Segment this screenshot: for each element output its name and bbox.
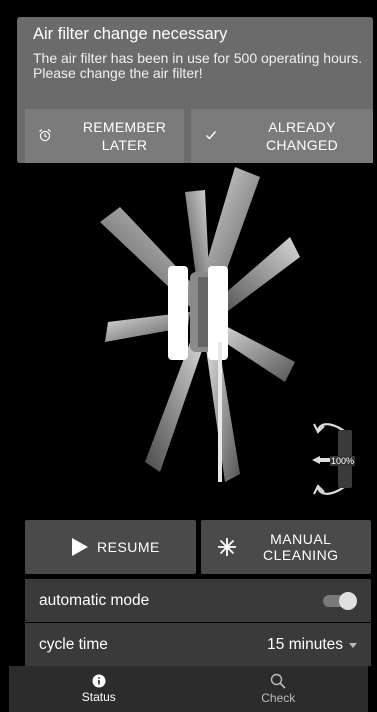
cycle-time-select[interactable]: 15 minutes — [267, 636, 357, 654]
nav-item-check[interactable]: Check — [189, 666, 369, 712]
notification-body: The air filter has been in use for 500 o… — [33, 51, 363, 81]
automatic-mode-label: automatic mode — [39, 591, 150, 609]
remember-later-button[interactable]: REMEMBER LATER — [25, 109, 184, 163]
already-changed-button[interactable]: ALREADY CHANGED — [191, 109, 373, 163]
search-icon — [270, 673, 286, 689]
info-icon — [92, 674, 106, 688]
cycle-time-row: cycle time 15 minutes — [25, 623, 371, 666]
notification-body-line1: The air filter has been in use for 500 o… — [33, 50, 363, 66]
sparkle-icon — [217, 537, 237, 557]
notification-body-line2: Please change the air filter! — [33, 65, 203, 81]
already-changed-label: ALREADY CHANGED — [265, 119, 339, 153]
fan-graphic — [80, 162, 300, 492]
cycle-time-value: 15 minutes — [267, 635, 343, 653]
bottom-nav: Status Check — [9, 666, 368, 712]
remember-later-label: REMEMBER LATER — [82, 119, 167, 153]
automatic-mode-row: automatic mode — [25, 579, 371, 622]
checkmark-icon — [191, 128, 231, 145]
rotation-value: 100% — [330, 456, 356, 466]
resume-label: RESUME — [97, 539, 160, 555]
air-filter-notification: Air filter change necessary The air filt… — [17, 17, 373, 163]
chevron-down-icon — [349, 643, 357, 648]
notification-title: Air filter change necessary — [33, 25, 228, 43]
nav-check-label: Check — [261, 691, 296, 705]
manual-cleaning-label: MANUAL CLEANING — [263, 531, 339, 563]
resume-button[interactable]: RESUME — [25, 520, 196, 574]
fan-icon — [100, 167, 300, 482]
nav-status-label: Status — [81, 690, 116, 704]
alarm-clock-icon — [25, 128, 65, 145]
nav-item-status[interactable]: Status — [9, 666, 189, 712]
cycle-time-label: cycle time — [39, 635, 108, 653]
play-icon — [71, 537, 89, 557]
manual-cleaning-button[interactable]: MANUAL CLEANING — [201, 520, 371, 574]
automatic-mode-toggle[interactable] — [323, 591, 357, 611]
toggle-knob — [339, 591, 357, 610]
